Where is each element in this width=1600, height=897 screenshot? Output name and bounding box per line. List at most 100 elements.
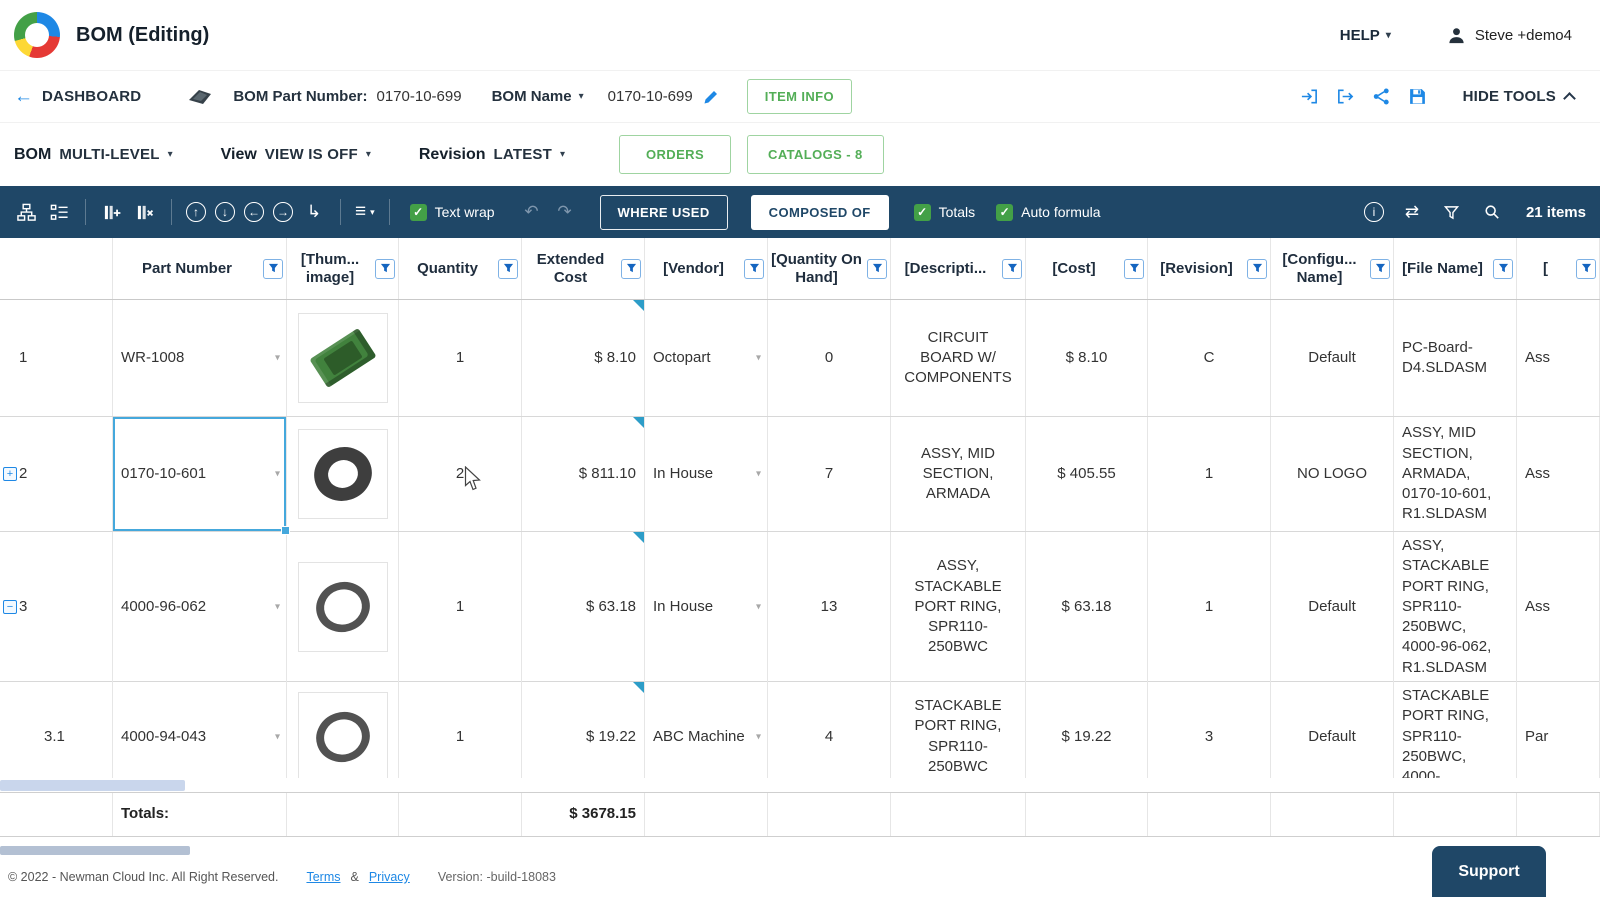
import-icon[interactable] (1300, 87, 1319, 106)
filter-button[interactable] (1370, 258, 1390, 279)
row-number-cell[interactable]: 3.1 (0, 682, 113, 778)
configuration-name-cell[interactable]: Default (1271, 532, 1394, 682)
outdent-icon[interactable]: ← (244, 202, 264, 222)
expand-icon[interactable]: + (3, 467, 17, 481)
filter-button[interactable] (621, 258, 641, 279)
multi-level-tree-icon[interactable] (14, 200, 38, 224)
description-cell[interactable]: CIRCUIT BOARD W/ COMPONENTS (891, 300, 1026, 416)
collapse-icon[interactable]: − (3, 599, 17, 614)
configuration-name-cell[interactable]: Default (1271, 300, 1394, 416)
filter-button[interactable] (1124, 258, 1144, 279)
revision-cell[interactable]: 3 (1148, 682, 1271, 778)
dashboard-link[interactable]: DASHBOARD (42, 88, 141, 105)
indent-right-icon[interactable]: → (273, 202, 293, 222)
quantity-on-hand-cell[interactable]: 7 (768, 417, 891, 531)
quantity-cell[interactable]: 2 (399, 417, 522, 531)
header-type[interactable]: [ (1517, 238, 1600, 299)
move-up-icon[interactable]: ↑ (186, 202, 206, 222)
edit-pencil-icon[interactable] (703, 89, 719, 105)
chevron-down-icon[interactable]: ▾ (756, 467, 761, 481)
undo-icon[interactable]: ↶ (520, 200, 544, 224)
terms-link[interactable]: Terms (306, 870, 340, 884)
quantity-cell[interactable]: 1 (399, 300, 522, 416)
info-icon[interactable]: i (1363, 202, 1384, 222)
scrollbar-thumb[interactable] (0, 846, 190, 855)
file-name-cell[interactable]: ASSY, STACKABLE PORT RING, SPR110-250BWC… (1394, 532, 1517, 682)
composed-of-button[interactable]: COMPOSED OF (750, 194, 889, 230)
header-part-number[interactable]: Part Number (113, 238, 287, 299)
support-button[interactable]: Support (1432, 846, 1546, 897)
quantity-cell[interactable]: 1 (399, 532, 522, 682)
hide-tools-toggle[interactable]: HIDE TOOLS (1463, 88, 1576, 105)
type-cell[interactable]: Ass (1517, 300, 1600, 416)
description-cell[interactable]: STACKABLE PORT RING, SPR110-250BWC (891, 682, 1026, 778)
orders-button[interactable]: ORDERS (619, 135, 732, 174)
header-extended-cost[interactable]: Extended Cost (522, 238, 645, 299)
filter-button[interactable] (498, 258, 518, 279)
revision-dropdown[interactable]: Revision LATEST ▾ (419, 146, 565, 164)
view-dropdown[interactable]: View VIEW IS OFF ▾ (221, 146, 371, 164)
filter-button[interactable] (1576, 258, 1596, 279)
filter-button[interactable] (867, 258, 887, 279)
thumbnail-cell[interactable] (287, 682, 399, 778)
quantity-on-hand-cell[interactable]: 13 (768, 532, 891, 682)
thumbnail-cell[interactable] (287, 532, 399, 682)
filter-button[interactable] (1247, 258, 1267, 279)
cost-cell[interactable]: $ 405.55 (1026, 417, 1148, 531)
row-number-cell[interactable]: − 3 (0, 532, 113, 682)
alignment-dropdown[interactable]: ≡ ▾ (355, 201, 375, 223)
cost-cell[interactable]: $ 8.10 (1026, 300, 1148, 416)
chevron-down-icon[interactable]: ▾ (275, 600, 280, 614)
share-icon[interactable] (1372, 87, 1391, 106)
configuration-name-cell[interactable]: Default (1271, 682, 1394, 778)
add-column-icon[interactable] (100, 200, 124, 224)
vendor-cell[interactable]: ABC Machine ▾ (645, 682, 768, 778)
filter-button[interactable] (375, 258, 395, 279)
where-used-button[interactable]: WHERE USED (599, 194, 728, 230)
move-down-icon[interactable]: ↓ (215, 202, 235, 222)
flat-list-icon[interactable] (47, 200, 71, 224)
fit-columns-icon[interactable]: ⇄ (1400, 200, 1424, 224)
chevron-down-icon[interactable]: ▾ (275, 730, 280, 744)
extended-cost-cell[interactable]: $ 811.10 (522, 417, 645, 531)
chevron-down-icon[interactable]: ▾ (275, 351, 280, 365)
privacy-link[interactable]: Privacy (369, 870, 410, 884)
chevron-down-icon[interactable]: ▾ (756, 351, 761, 365)
row-number-cell[interactable]: + 2 (0, 417, 113, 531)
help-menu[interactable]: HELP ▾ (1340, 27, 1391, 44)
redo-icon[interactable]: ↷ (553, 200, 577, 224)
remove-column-icon[interactable] (133, 200, 157, 224)
chevron-down-icon[interactable]: ▾ (756, 600, 761, 614)
save-icon[interactable] (1408, 87, 1427, 106)
header-description[interactable]: [Descripti... (891, 238, 1026, 299)
item-info-button[interactable]: ITEM INFO (746, 79, 853, 114)
extended-cost-cell[interactable]: $ 19.22 (522, 682, 645, 778)
auto-formula-checkbox[interactable]: ✓ Auto formula (996, 203, 1101, 221)
file-name-cell[interactable]: ASSY, MID SECTION, ARMADA, 0170-10-601, … (1394, 417, 1517, 531)
scrollbar-thumb[interactable] (0, 780, 185, 791)
revision-cell[interactable]: C (1148, 300, 1271, 416)
type-cell[interactable]: Ass (1517, 532, 1600, 682)
extended-cost-cell[interactable]: $ 63.18 (522, 532, 645, 682)
filter-button[interactable] (1002, 258, 1022, 279)
cost-cell[interactable]: $ 63.18 (1026, 532, 1148, 682)
filter-button[interactable] (744, 258, 764, 279)
thumbnail-cell[interactable] (287, 417, 399, 531)
quantity-on-hand-cell[interactable]: 0 (768, 300, 891, 416)
totals-checkbox[interactable]: ✓ Totals (913, 203, 975, 221)
bom-name-dropdown[interactable]: BOM Name (492, 88, 572, 105)
header-configuration-name[interactable]: [Configu... Name] (1271, 238, 1394, 299)
user-menu[interactable]: Steve +demo4 (1447, 26, 1572, 45)
quantity-on-hand-cell[interactable]: 4 (768, 682, 891, 778)
header-file-name[interactable]: [File Name] (1394, 238, 1517, 299)
type-cell[interactable]: Ass (1517, 417, 1600, 531)
revision-cell[interactable]: 1 (1148, 417, 1271, 531)
filter-button[interactable] (1493, 258, 1513, 279)
extended-cost-cell[interactable]: $ 8.10 (522, 300, 645, 416)
thumbnail-cell[interactable] (287, 300, 399, 416)
header-quantity-on-hand[interactable]: [Quantity On Hand] (768, 238, 891, 299)
file-name-cell[interactable]: PC-Board-D4.SLDASM (1394, 300, 1517, 416)
header-cost[interactable]: [Cost] (1026, 238, 1148, 299)
part-number-cell[interactable]: 4000-94-043 ▾ (113, 682, 287, 778)
cost-cell[interactable]: $ 19.22 (1026, 682, 1148, 778)
